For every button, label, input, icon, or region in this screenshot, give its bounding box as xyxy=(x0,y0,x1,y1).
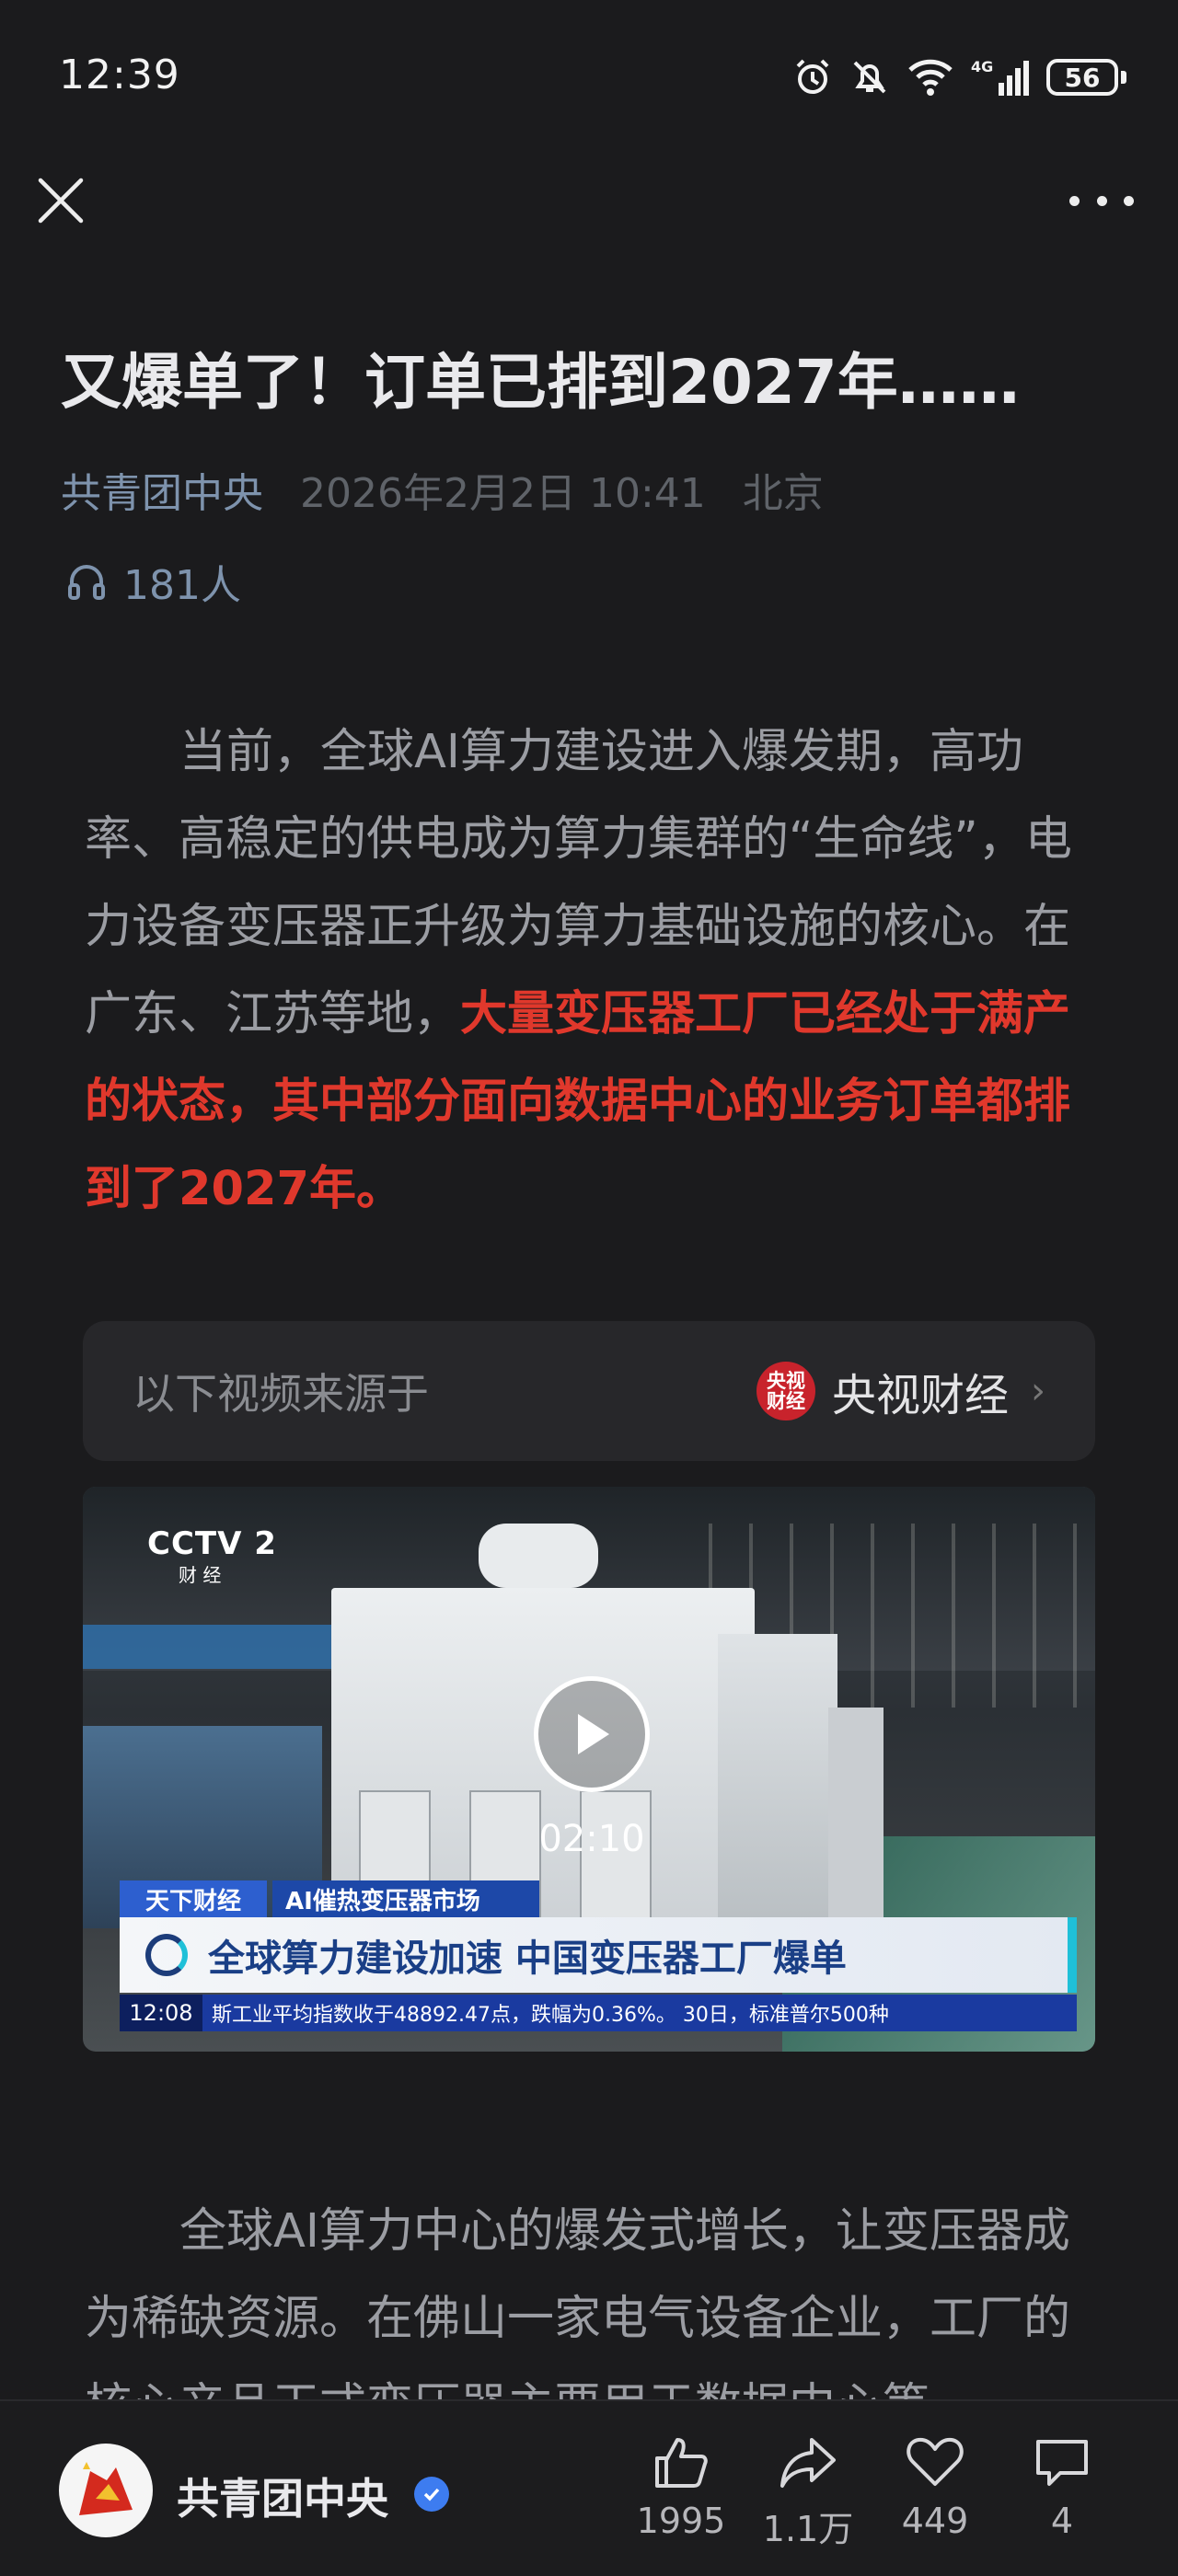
page-title: 又爆单了！订单已排到2027年…… xyxy=(61,347,1020,418)
article-paragraph: 当前，全球AI算力建设进入爆发期，高功率、高稳定的供电成为算力集群的“生命线”，… xyxy=(85,708,1095,1233)
news-headline-bar: 全球算力建设加速 中国变压器工厂爆单 xyxy=(120,1917,1077,1993)
favorite-count: 449 xyxy=(901,2501,969,2541)
share-count: 1.1万 xyxy=(762,2509,854,2549)
news-headline: 全球算力建设加速 中国变压器工厂爆单 xyxy=(208,1938,847,1980)
channel-logo: CCTV 2 xyxy=(147,1525,277,1562)
status-icons: 4G 56 xyxy=(792,53,1126,101)
ticker-text: 斯工业平均指数收于48892.47点，跌幅为0.36%。 30日，标准普尔500… xyxy=(212,2004,889,2027)
play-button[interactable] xyxy=(534,1676,650,1792)
topic-tag: AI催热变压器市场 xyxy=(272,1880,539,1917)
battery-level: 56 xyxy=(1046,59,1118,96)
status-bar: 12:39 4G 56 xyxy=(0,0,1178,156)
favorite-button[interactable]: 449 xyxy=(880,2434,990,2541)
headphones-icon xyxy=(68,565,105,600)
close-icon[interactable] xyxy=(35,175,87,226)
status-time: 12:39 xyxy=(59,52,180,98)
bottom-action-bar: 共青团中央 1995 1.1万 449 4 xyxy=(0,2399,1178,2576)
location: 北京 xyxy=(742,470,824,517)
source-logo: 央视 财经 xyxy=(756,1362,815,1420)
author-link[interactable]: 共青团中央 xyxy=(61,460,263,519)
video-source-bar[interactable]: 以下视频来源于 央视 财经 央视财经 › xyxy=(83,1321,1095,1461)
publish-date: 2026年2月2日 10:41 xyxy=(300,470,706,517)
share-icon xyxy=(780,2438,836,2488)
like-count: 1995 xyxy=(636,2501,726,2541)
battery-icon: 56 xyxy=(1046,59,1126,96)
account-name[interactable]: 共青团中央 xyxy=(177,2466,388,2526)
mute-icon xyxy=(853,61,886,94)
video-duration: 02:10 xyxy=(538,1818,645,1860)
source-channel[interactable]: 央视 财经 央视财经 › xyxy=(756,1359,1045,1423)
like-button[interactable]: 1995 xyxy=(626,2434,736,2541)
listen-count[interactable]: 181人 xyxy=(64,552,241,611)
ticker-bar: 12:08 斯工业平均指数收于48892.47点，跌幅为0.36%。 30日，标… xyxy=(120,1995,1077,2031)
svg-text:4G: 4G xyxy=(971,58,993,75)
play-icon xyxy=(578,1714,609,1754)
article-meta: 共青团中央 2026年2月2日 10:41 北京 xyxy=(61,460,824,519)
share-button[interactable]: 1.1万 xyxy=(753,2434,863,2551)
channel-sub: 财 经 xyxy=(179,1564,222,1586)
chevron-right-icon: › xyxy=(1031,1370,1045,1412)
comment-icon xyxy=(1036,2440,1088,2486)
factory-banner xyxy=(83,1625,359,1669)
channel-ring-icon xyxy=(145,1934,188,1976)
more-icon[interactable] xyxy=(1069,180,1134,221)
avatar[interactable] xyxy=(59,2444,153,2537)
signal-icon: 4G xyxy=(971,58,1029,96)
alarm-icon xyxy=(796,59,829,94)
thumbs-up-icon xyxy=(655,2438,708,2488)
comment-button[interactable]: 4 xyxy=(1007,2434,1117,2541)
heart-icon xyxy=(907,2437,964,2486)
listen-count-text: 181人 xyxy=(123,562,241,609)
source-name: 央视财经 xyxy=(831,1370,1009,1421)
program-tag: 天下财经 xyxy=(120,1880,267,1917)
comment-count: 4 xyxy=(1050,2501,1074,2541)
verified-icon xyxy=(414,2477,449,2512)
wifi-icon xyxy=(908,59,953,96)
ticker-clock: 12:08 xyxy=(120,1995,202,2031)
video-player[interactable]: CCTV 2 财 经 02:10 天下财经 AI催热变压器市场 全球算力建设加速… xyxy=(83,1487,1095,2052)
source-label: 以下视频来源于 xyxy=(133,1369,429,1419)
article-page: 12:39 4G 56 又爆单了！订单已排到2027年…… 共青团中央 2026… xyxy=(0,0,1178,2576)
